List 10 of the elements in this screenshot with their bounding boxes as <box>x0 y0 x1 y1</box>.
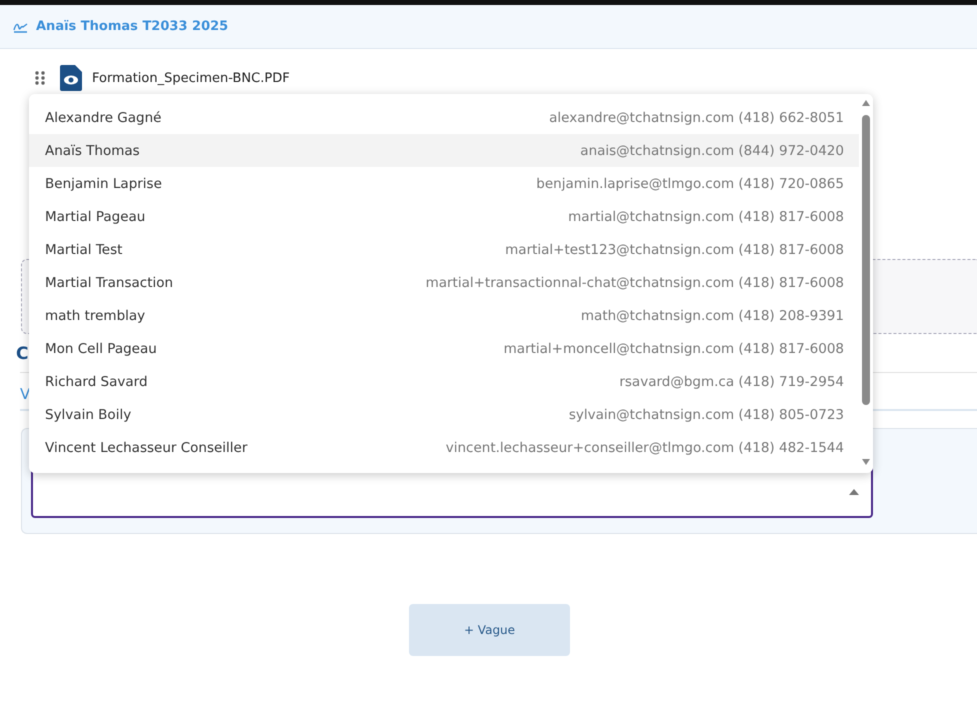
caret-icon <box>849 489 859 495</box>
signature-icon <box>13 20 28 32</box>
page-title: Anaïs Thomas T2033 2025 <box>36 19 228 34</box>
document-preview-icon[interactable] <box>60 65 82 91</box>
add-wave-button[interactable]: + Vague <box>409 604 570 656</box>
drag-handle-icon[interactable] <box>34 70 46 86</box>
section-heading: C <box>16 344 28 364</box>
dropdown-option[interactable]: Anaïs Thomas anais@tchatnsign.com (844) 972-0420 <box>29 134 859 167</box>
file-name: Formation_Specimen-BNC.PDF <box>92 70 290 86</box>
scroll-up-icon[interactable] <box>862 100 870 106</box>
